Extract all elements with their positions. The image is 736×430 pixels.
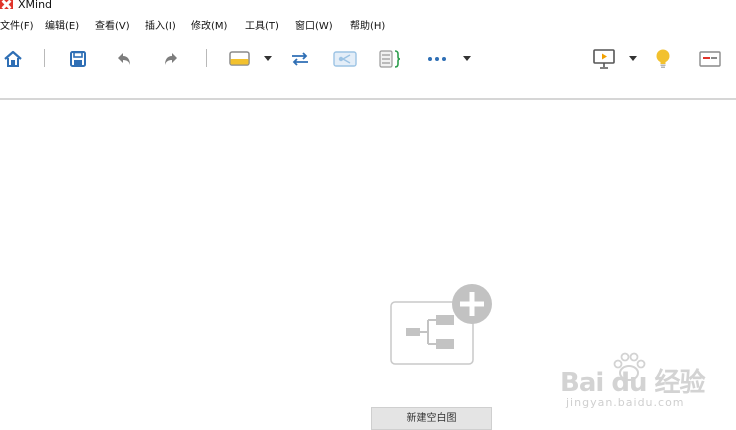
menu-modify[interactable]: 修改(M) bbox=[191, 18, 227, 36]
summary-icon bbox=[379, 50, 401, 68]
topic-style-button[interactable] bbox=[227, 40, 253, 78]
boundary-button[interactable] bbox=[332, 40, 358, 78]
presentation-icon bbox=[593, 49, 615, 69]
more-icon bbox=[428, 57, 446, 61]
relationship-icon bbox=[292, 52, 308, 66]
window-title: XMind bbox=[18, 0, 53, 11]
relationship-button[interactable] bbox=[289, 40, 311, 78]
menu-window[interactable]: 窗口(W) bbox=[295, 18, 333, 36]
caret-down-icon bbox=[629, 56, 637, 61]
toolbar-separator bbox=[206, 49, 207, 67]
redo-button[interactable] bbox=[160, 40, 182, 78]
save-button[interactable] bbox=[67, 40, 89, 78]
presentation-button[interactable] bbox=[591, 40, 617, 78]
undo-button[interactable] bbox=[113, 40, 135, 78]
menu-tools[interactable]: 工具(T) bbox=[245, 18, 279, 36]
panel-toggle-button[interactable] bbox=[697, 40, 723, 78]
more-button[interactable] bbox=[426, 40, 448, 78]
toolbar bbox=[0, 40, 736, 78]
home-icon bbox=[4, 50, 22, 67]
menu-view[interactable]: 查看(V) bbox=[95, 18, 130, 36]
caret-down-icon bbox=[264, 56, 272, 61]
undo-icon bbox=[118, 53, 130, 65]
topic-style-dropdown[interactable] bbox=[263, 40, 273, 78]
caret-down-icon bbox=[463, 56, 471, 61]
save-icon bbox=[70, 51, 86, 67]
watermark-url: jingyan.baidu.com bbox=[566, 396, 685, 409]
presentation-dropdown[interactable] bbox=[628, 40, 638, 78]
topic-style-icon bbox=[229, 51, 250, 66]
idea-bulb-icon bbox=[656, 49, 670, 68]
menu-bar: 文件(F) 编辑(E) 查看(V) 插入(I) 修改(M) 工具(T) 窗口(W… bbox=[0, 18, 736, 36]
paw-icon bbox=[613, 352, 646, 381]
home-button[interactable] bbox=[2, 40, 24, 78]
menu-insert[interactable]: 插入(I) bbox=[145, 18, 176, 36]
new-blank-map-tile[interactable] bbox=[388, 282, 496, 370]
title-bar: XMind bbox=[0, 0, 736, 13]
more-dropdown[interactable] bbox=[462, 40, 472, 78]
redo-icon bbox=[165, 53, 177, 65]
summary-button[interactable] bbox=[377, 40, 403, 78]
menu-edit[interactable]: 编辑(E) bbox=[45, 18, 79, 36]
boundary-icon bbox=[333, 51, 357, 67]
xmind-logo-icon bbox=[0, 0, 13, 9]
panel-icon bbox=[699, 51, 721, 67]
idea-button[interactable] bbox=[652, 40, 674, 78]
toolbar-separator bbox=[44, 49, 45, 67]
new-mind-map-icon bbox=[390, 284, 492, 365]
baidu-watermark: Bai du 经验 jingyan.baidu.com bbox=[560, 352, 710, 412]
menu-file[interactable]: 文件(F) bbox=[0, 18, 34, 36]
new-blank-map-button[interactable]: 新建空白图 bbox=[371, 407, 492, 430]
menu-help[interactable]: 帮助(H) bbox=[350, 18, 385, 36]
